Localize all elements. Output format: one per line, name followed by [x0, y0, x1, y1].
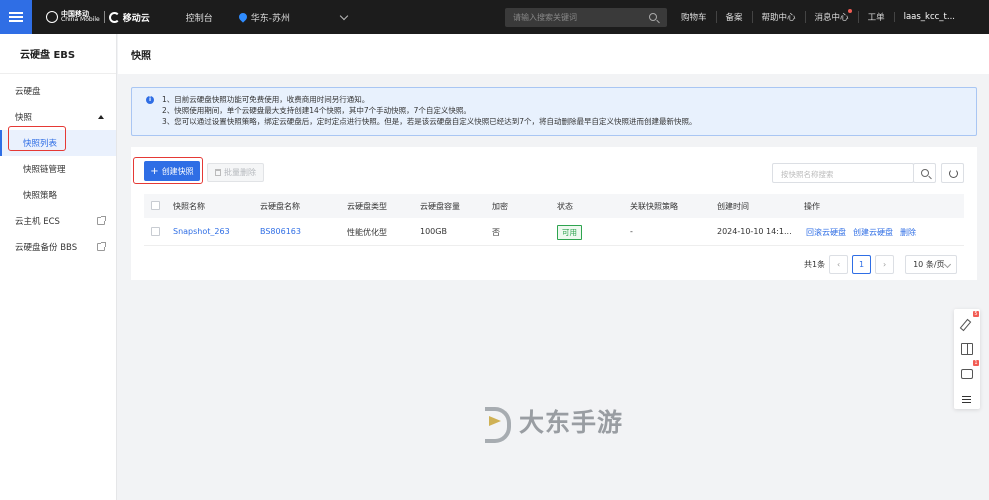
- sidebar-item-ecs[interactable]: 云主机 ECS: [0, 208, 116, 234]
- ticket-link[interactable]: 工单: [857, 11, 894, 23]
- watermark-text: 大东手游: [519, 408, 624, 437]
- external-link-icon: [97, 216, 106, 225]
- info-icon: i: [146, 96, 154, 104]
- disk-capacity: 100GB: [420, 227, 447, 236]
- pagination: 共1条 ‹ 1 › 10 条/页: [804, 254, 958, 274]
- sidebar-item-snapshot-chain[interactable]: 快照链管理: [0, 156, 116, 182]
- console-link[interactable]: 控制台: [186, 11, 213, 24]
- delete-link[interactable]: 删除: [900, 228, 916, 237]
- table-row: Snapshot_263 BS806163 性能优化型 100GB 否 可用 -…: [144, 218, 964, 246]
- sidebar-item-bbs[interactable]: 云硬盘备份 BBS: [0, 234, 116, 260]
- snapshot-table: 快照名称 云硬盘名称 云硬盘类型 云硬盘容量 加密 状态 关联快照策略 创建时间…: [144, 194, 964, 246]
- snapshot-name-link[interactable]: Snapshot_263: [173, 227, 230, 236]
- highlight-box-sidebar: [8, 126, 66, 151]
- page-number-current[interactable]: 1: [852, 254, 872, 274]
- refresh-button[interactable]: [941, 163, 964, 183]
- watermark: 大东手游: [483, 403, 624, 443]
- brand-logo[interactable]: 中国移动 China Mobile 移动云: [46, 11, 150, 24]
- snapshot-search-input[interactable]: 按快照名称搜索: [772, 163, 914, 183]
- row-actions: 回滚云硬盘 创建云硬盘 删除: [806, 227, 923, 238]
- column-header: 云硬盘类型: [347, 202, 387, 211]
- rollback-disk-link[interactable]: 回滚云硬盘: [806, 228, 846, 237]
- chat-icon[interactable]: [961, 369, 973, 379]
- logo-cloud-text: 移动云: [122, 13, 150, 24]
- top-links: 购物车 备案 帮助中心 消息中心 工单 laas_kcc_t...: [672, 0, 964, 34]
- menu-list-icon[interactable]: [961, 394, 973, 406]
- location-pin-icon: [237, 11, 249, 23]
- sidebar: 云硬盘 EBS 云硬盘 快照 快照列表 快照链管理 快照策略 云主机 ECS 云…: [0, 34, 117, 500]
- sidebar-title: 云硬盘 EBS: [0, 34, 116, 74]
- policy-value: -: [630, 227, 633, 236]
- create-disk-link[interactable]: 创建云硬盘: [853, 228, 893, 237]
- highlight-box-create: [133, 157, 203, 184]
- total-count: 共1条: [804, 259, 826, 269]
- sidebar-item-cloud-disk[interactable]: 云硬盘: [0, 78, 116, 104]
- snapshot-search-button[interactable]: [913, 163, 936, 183]
- filing-link[interactable]: 备案: [715, 11, 752, 23]
- column-header: 关联快照策略: [630, 202, 678, 211]
- cloud-logo-icon: [108, 11, 120, 23]
- info-notice: i 1、目前云硬盘快照功能可免费使用，收费商用时间另行通知。 2、快照使用期间，…: [131, 87, 977, 136]
- notice-line: 3、您可以通过设置快照策略，绑定云硬盘后，定时定点进行快照。但是，若是该云硬盘自…: [162, 117, 697, 126]
- column-header: 快照名称: [173, 202, 205, 211]
- column-header: 操作: [804, 202, 820, 211]
- search-icon[interactable]: [649, 13, 657, 21]
- prev-page-button[interactable]: ‹: [829, 254, 849, 274]
- global-search-placeholder: 请输入搜索关键词: [513, 13, 577, 22]
- page-size-select[interactable]: 10 条/页: [905, 254, 958, 274]
- disk-type: 性能优化型: [347, 228, 387, 237]
- refresh-icon: [949, 169, 958, 178]
- help-center-link[interactable]: 帮助中心: [751, 11, 805, 23]
- notice-line: 2、快照使用期间，单个云硬盘最大支持创建14个快照，其中7个手动快照，7个自定义…: [162, 106, 471, 115]
- notification-badge: 1: [973, 360, 979, 366]
- menu-icon: [9, 16, 23, 18]
- column-header: 创建时间: [717, 202, 749, 211]
- notification-badge: 5: [973, 311, 979, 317]
- column-header: 加密: [492, 202, 508, 211]
- logo-cm-en: China Mobile: [61, 16, 100, 23]
- row-checkbox[interactable]: [151, 227, 160, 236]
- disk-name-link[interactable]: BS806163: [260, 227, 301, 236]
- sidebar-item-snapshot-policy[interactable]: 快照策略: [0, 182, 116, 208]
- hamburger-menu-button[interactable]: [0, 0, 32, 34]
- docs-book-icon[interactable]: [961, 343, 973, 355]
- top-navigation-bar: 中国移动 China Mobile 移动云 控制台 华东-苏州 请输入搜索关键词…: [0, 0, 989, 34]
- cart-link[interactable]: 购物车: [672, 11, 716, 23]
- batch-delete-button[interactable]: 批量删除: [207, 163, 264, 182]
- column-header: 云硬盘名称: [260, 202, 300, 211]
- encryption-value: 否: [492, 228, 500, 237]
- next-page-button[interactable]: ›: [875, 254, 895, 274]
- created-time: 2024-10-10 14:1...: [717, 227, 792, 236]
- notice-line: 1、目前云硬盘快照功能可免费使用，收费商用时间另行通知。: [162, 95, 370, 104]
- column-header: 云硬盘容量: [420, 202, 460, 211]
- unread-dot-icon: [847, 9, 852, 13]
- global-search-input[interactable]: 请输入搜索关键词: [505, 8, 667, 27]
- china-mobile-logo-icon: [46, 11, 58, 23]
- watermark-logo-icon: [483, 405, 515, 443]
- user-account-menu[interactable]: laas_kcc_t...: [893, 12, 964, 22]
- floating-toolbar: 5 1: [954, 309, 980, 409]
- logo-divider: [103, 11, 105, 23]
- region-selector[interactable]: 华东-苏州: [237, 11, 291, 24]
- column-header: 状态: [557, 202, 573, 211]
- trash-icon: [215, 169, 221, 176]
- status-badge: 可用: [557, 225, 582, 240]
- message-center-link[interactable]: 消息中心: [804, 9, 858, 23]
- search-icon: [921, 169, 929, 177]
- page-title: 快照: [118, 34, 989, 74]
- external-link-icon: [97, 242, 106, 251]
- region-label: 华东-苏州: [250, 13, 291, 24]
- chevron-down-icon[interactable]: [339, 11, 349, 21]
- edit-feedback-icon[interactable]: [961, 318, 973, 330]
- select-all-checkbox[interactable]: [151, 201, 160, 210]
- snapshot-list-panel: + 创建快照 批量删除 按快照名称搜索 快照名称 云硬盘名称 云硬盘类型 云硬盘…: [131, 147, 977, 280]
- table-header: 快照名称 云硬盘名称 云硬盘类型 云硬盘容量 加密 状态 关联快照策略 创建时间…: [144, 194, 964, 218]
- caret-up-icon: [98, 115, 104, 119]
